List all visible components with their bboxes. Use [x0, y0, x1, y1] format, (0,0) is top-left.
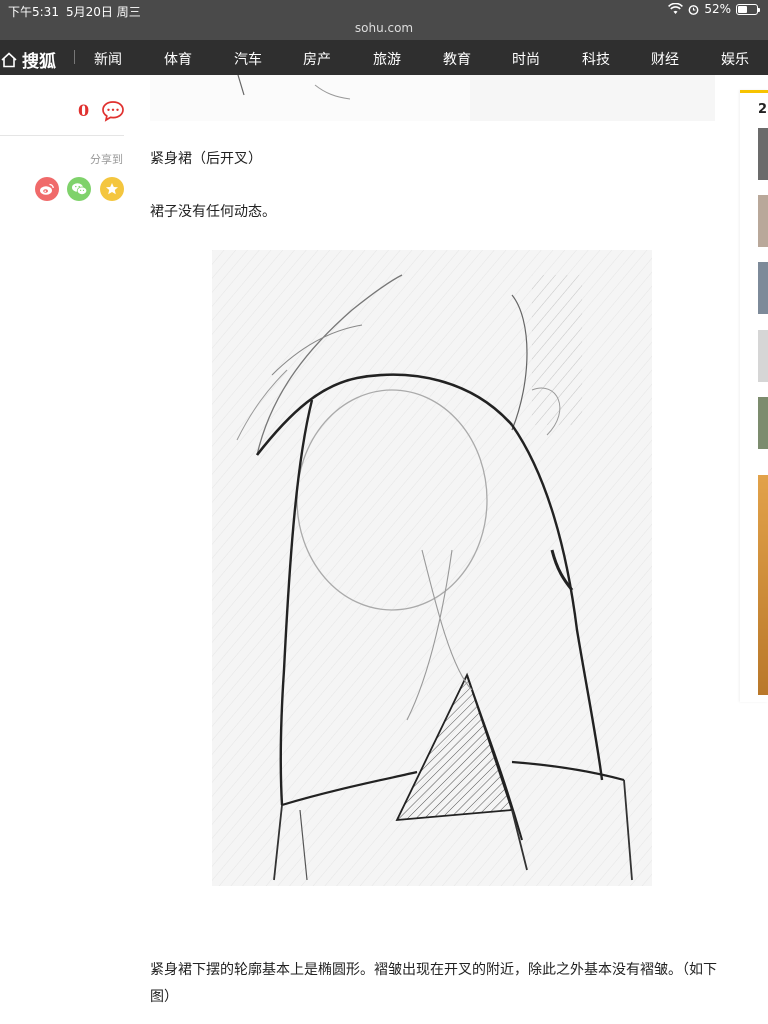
share-weibo-button[interactable] [35, 177, 59, 201]
logo-divider [74, 50, 75, 64]
nav-item-entertainment[interactable]: 娱乐 [721, 49, 749, 69]
status-right: 52% [668, 2, 760, 16]
wechat-icon [71, 183, 87, 195]
status-date: 5月20日 周三 [66, 5, 141, 19]
url-bar[interactable]: sohu.com [0, 20, 768, 40]
recommend-panel: 2 [740, 90, 768, 702]
nav-item-fashion[interactable]: 时尚 [512, 49, 540, 69]
article-paragraph: 裙子没有任何动态。 [150, 204, 276, 220]
rail-divider [0, 135, 124, 136]
status-time: 下午5:31 [8, 5, 59, 19]
alarm-icon [688, 4, 699, 15]
weibo-icon [40, 183, 54, 195]
battery-icon [736, 3, 760, 15]
recommend-thumbnail[interactable] [758, 195, 768, 247]
battery-percent: 52% [704, 2, 731, 16]
panel-heading: 2 [758, 102, 768, 117]
nav-item-house[interactable]: 房产 [303, 49, 331, 69]
logo-text: 搜狐 [22, 52, 56, 72]
previous-sketch-fragment [150, 74, 470, 121]
recommend-thumbnail[interactable] [758, 128, 768, 180]
share-wechat-button[interactable] [67, 177, 91, 201]
share-favorite-button[interactable] [100, 177, 124, 201]
nav-item-auto[interactable]: 汽车 [234, 49, 262, 69]
sohu-logo[interactable]: 搜狐 [0, 47, 75, 72]
skirt-sketch-image [212, 250, 652, 886]
article-paragraph: 紧身裙（后开叉） [150, 151, 262, 167]
comment-count[interactable]: 0 [78, 101, 89, 120]
panel-accent-bar [740, 90, 768, 93]
nav-item-finance[interactable]: 财经 [651, 49, 679, 69]
star-icon [106, 183, 118, 195]
share-label: 分享到 [90, 153, 123, 166]
site-nav: 搜狐 新闻 体育 汽车 房产 旅游 教育 时尚 科技 财经 娱乐 [0, 40, 768, 75]
home-icon [1, 51, 17, 67]
battery-fill [738, 5, 748, 13]
comment-icon[interactable] [101, 100, 125, 122]
recommend-thumbnail[interactable] [758, 475, 768, 695]
recommend-thumbnail[interactable] [758, 330, 768, 382]
previous-image-bottom [150, 74, 715, 121]
nav-item-education[interactable]: 教育 [443, 49, 471, 69]
status-bar: 下午5:31 5月20日 周三 52% [0, 0, 768, 20]
nav-item-tech[interactable]: 科技 [582, 49, 610, 69]
recommend-thumbnail[interactable] [758, 397, 768, 449]
article-paragraph: 紧身裙下摆的轮廓基本上是椭圆形。褶皱出现在开叉的附近，除此之外基本没有褶皱。（如… [150, 962, 717, 1005]
nav-item-sports[interactable]: 体育 [164, 49, 192, 69]
recommend-thumbnail[interactable] [758, 262, 768, 314]
wifi-icon [668, 3, 684, 14]
nav-item-news[interactable]: 新闻 [94, 49, 122, 69]
nav-item-travel[interactable]: 旅游 [373, 49, 401, 69]
